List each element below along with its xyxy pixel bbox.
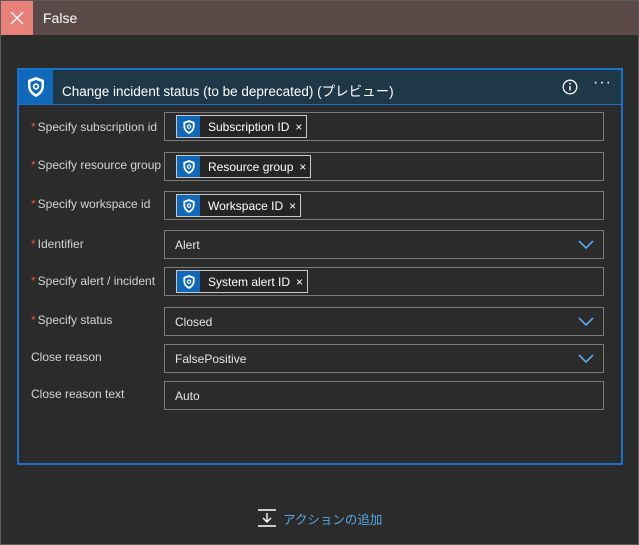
workspace-field[interactable]: Workspace ID × [164,191,604,220]
close-reason-value: FalsePositive [175,352,247,366]
close-reason-text-input[interactable]: Auto [164,381,604,410]
required-mark: * [31,237,36,251]
status-label: * Specify status [31,313,113,327]
token-remove-icon[interactable]: × [289,199,296,213]
subscription-field[interactable]: Subscription ID × [164,112,604,141]
subscription-token[interactable]: Subscription ID × [176,115,308,138]
token-label: Resource group [208,159,294,174]
chevron-down-icon[interactable] [578,240,594,250]
required-mark: * [31,313,36,327]
token-label: Workspace ID [208,198,284,213]
alert-incident-label: * Specify alert / incident [31,274,156,288]
token-label: System alert ID [208,274,291,289]
sentinel-shield-icon [177,271,200,292]
required-mark: * [31,158,36,172]
designer-canvas: False Change incident status (to be depr… [0,0,639,545]
action-card: Change incident status (to be deprecated… [17,68,623,465]
chevron-down-icon[interactable] [578,354,594,364]
required-mark: * [31,197,36,211]
close-reason-dropdown[interactable]: FalsePositive [164,344,604,373]
identifier-label: * Identifier [31,237,84,251]
sentinel-shield-icon [177,156,200,177]
token-remove-icon[interactable]: × [299,160,306,174]
required-mark: * [31,274,36,288]
identifier-value: Alert [175,238,200,252]
action-card-header[interactable]: Change incident status (to be deprecated… [19,70,621,105]
insert-step-icon [258,509,276,527]
token-label: Subscription ID [208,119,290,134]
add-action-label[interactable]: アクションの追加 [283,509,382,528]
close-reason-text-label: Close reason text [31,387,125,401]
workspace-token[interactable]: Workspace ID × [176,194,302,217]
close-icon [10,11,24,25]
false-badge [1,1,33,35]
workspace-label: * Specify workspace id [31,197,151,211]
identifier-dropdown[interactable]: Alert [164,230,604,259]
subscription-label: * Specify subscription id [31,120,158,134]
resource-group-field[interactable]: Resource group × [164,152,604,181]
close-reason-text-value: Auto [175,389,200,403]
close-reason-label: Close reason [31,350,102,364]
more-options-icon[interactable]: ··· [593,74,612,92]
sentinel-shield-icon [177,195,200,216]
alert-incident-field[interactable]: System alert ID × [164,267,604,296]
sentinel-shield-icon [177,116,200,137]
system-alert-token[interactable]: System alert ID × [176,270,309,293]
action-title: Change incident status (to be deprecated… [62,84,394,99]
add-action-button[interactable]: アクションの追加 [257,508,382,528]
sentinel-shield-icon [19,70,53,104]
status-value: Closed [175,315,213,329]
status-dropdown[interactable]: Closed [164,307,604,336]
resource-group-label: * Specify resource group [31,158,162,172]
chevron-down-icon[interactable] [578,317,594,327]
required-mark: * [31,120,36,134]
token-remove-icon[interactable]: × [296,275,303,289]
resource-group-token[interactable]: Resource group × [176,155,312,178]
info-icon[interactable] [562,79,578,95]
branch-title: False [43,10,78,26]
token-remove-icon[interactable]: × [295,120,302,134]
false-branch-header: False [1,1,638,35]
